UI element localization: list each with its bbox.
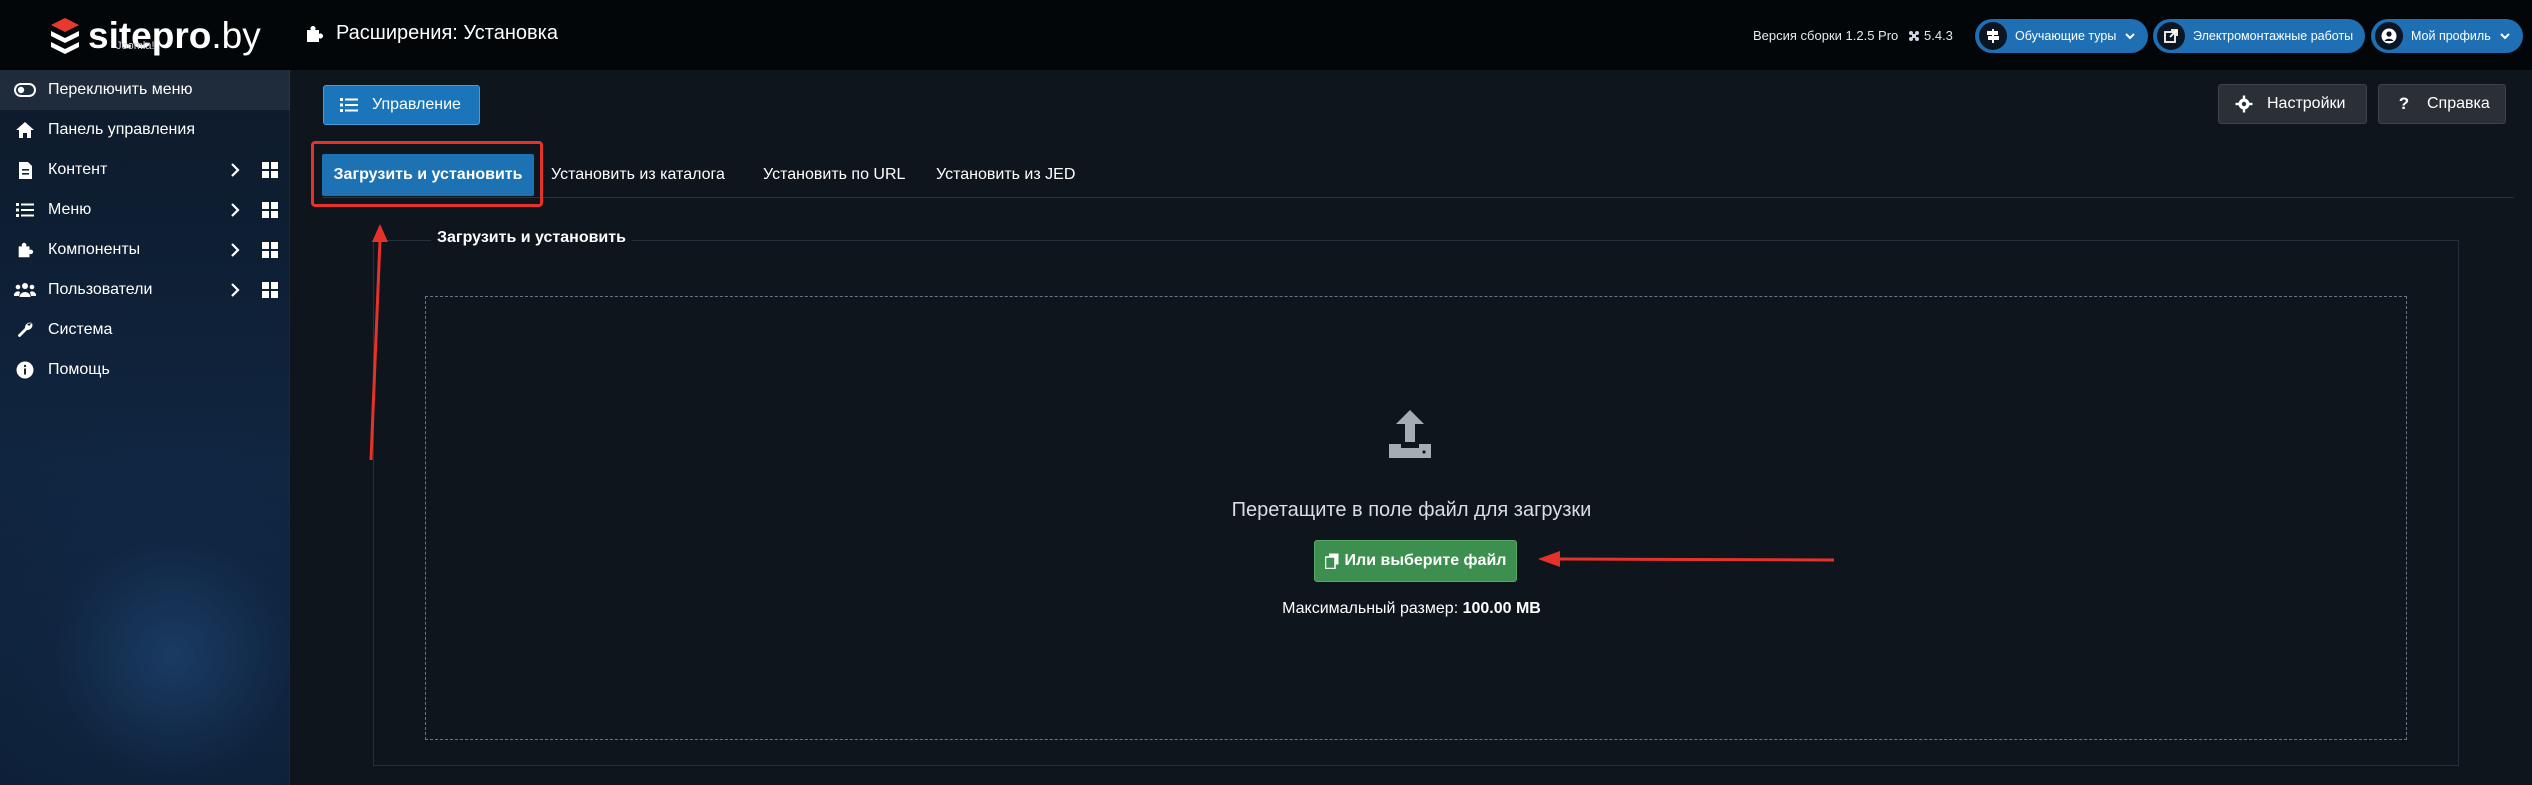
upload-icon <box>1389 410 1431 458</box>
sidebar-item-menus[interactable]: Меню <box>0 190 290 230</box>
choose-file-button[interactable]: Или выберите файл <box>1314 540 1517 582</box>
joomla-version: 5.4.3 <box>1908 28 1953 43</box>
wrench-icon <box>14 319 36 341</box>
joomla-icon <box>1909 30 1919 41</box>
drop-instructions: Перетащите в поле файл для загрузки <box>1231 499 1592 521</box>
info-icon <box>14 359 36 381</box>
tab-install-from-catalog[interactable]: Установить из каталога <box>551 154 725 196</box>
highlight-box <box>311 141 543 207</box>
external-link-icon <box>2157 22 2185 50</box>
dashboard-grid-icon[interactable] <box>262 282 278 298</box>
tabs-divider <box>322 197 2514 198</box>
guided-tours-button[interactable]: Обучающие туры <box>1975 19 2149 53</box>
gear-icon <box>2235 95 2253 113</box>
sidebar-item-help[interactable]: Помощь <box>0 350 290 390</box>
sidebar-item-users[interactable]: Пользователи <box>0 270 290 310</box>
dashboard-grid-icon[interactable] <box>262 242 278 258</box>
build-version: Версия сборки 1.2.5 Pro <box>1753 28 1899 43</box>
file-icon <box>14 159 36 181</box>
sitepro-logo-icon <box>51 18 79 54</box>
home-icon <box>14 119 36 141</box>
manage-button[interactable]: Управление <box>323 85 480 125</box>
max-size-value: 100.00 MB <box>1462 600 1541 617</box>
help-button[interactable]: ? Справка <box>2378 84 2506 124</box>
top-header: sitepro.by Joomla! Расширения: Установка… <box>0 0 2532 70</box>
page-title: Расширения: Установка <box>304 22 558 45</box>
chevron-right-icon[interactable] <box>228 202 242 218</box>
dashboard-grid-icon[interactable] <box>262 162 278 178</box>
upload-legend: Загрузить и установить <box>431 229 632 247</box>
toggle-icon <box>14 79 36 101</box>
chevron-right-icon[interactable] <box>228 242 242 258</box>
settings-button[interactable]: Настройки <box>2218 84 2367 124</box>
sidebar-item-components[interactable]: Компоненты <box>0 230 290 270</box>
question-icon: ? <box>2398 94 2410 113</box>
chevron-down-icon <box>2500 33 2510 40</box>
sidebar-item-dashboard[interactable]: Панель управления <box>0 110 290 150</box>
sidebar: Переключить меню Панель управления Конте… <box>0 70 290 785</box>
logo-text: sitepro.by <box>88 15 261 56</box>
dashboard-grid-icon[interactable] <box>262 202 278 218</box>
joomla-sublabel: Joomla! <box>116 40 155 52</box>
sidebar-item-toggle-menu[interactable]: Переключить меню <box>0 70 290 110</box>
my-profile-button[interactable]: Мой профиль <box>2371 19 2523 53</box>
tab-install-from-jed[interactable]: Установить из JED <box>936 154 1075 196</box>
puzzle-icon <box>307 25 323 42</box>
sidebar-item-content[interactable]: Контент <box>0 150 290 190</box>
sidebar-item-system[interactable]: Система <box>0 310 290 350</box>
electrical-works-link[interactable]: Электромонтажные работы <box>2153 19 2366 53</box>
user-circle-icon <box>2375 22 2403 50</box>
main-content: Управление Настройки ? Справка Загрузить… <box>291 70 2532 785</box>
chevron-down-icon <box>2125 33 2136 40</box>
chevron-right-icon[interactable] <box>228 162 242 178</box>
copy-icon <box>1324 553 1339 569</box>
list-icon <box>14 199 36 221</box>
list-icon <box>340 98 358 112</box>
puzzle-icon <box>14 239 36 261</box>
signpost-icon <box>1979 22 2007 50</box>
tab-install-from-url[interactable]: Установить по URL <box>763 154 905 196</box>
users-icon <box>14 279 36 301</box>
chevron-right-icon[interactable] <box>228 282 242 298</box>
max-size-label: Максимальный размер: 100.00 MB <box>1282 600 1541 617</box>
